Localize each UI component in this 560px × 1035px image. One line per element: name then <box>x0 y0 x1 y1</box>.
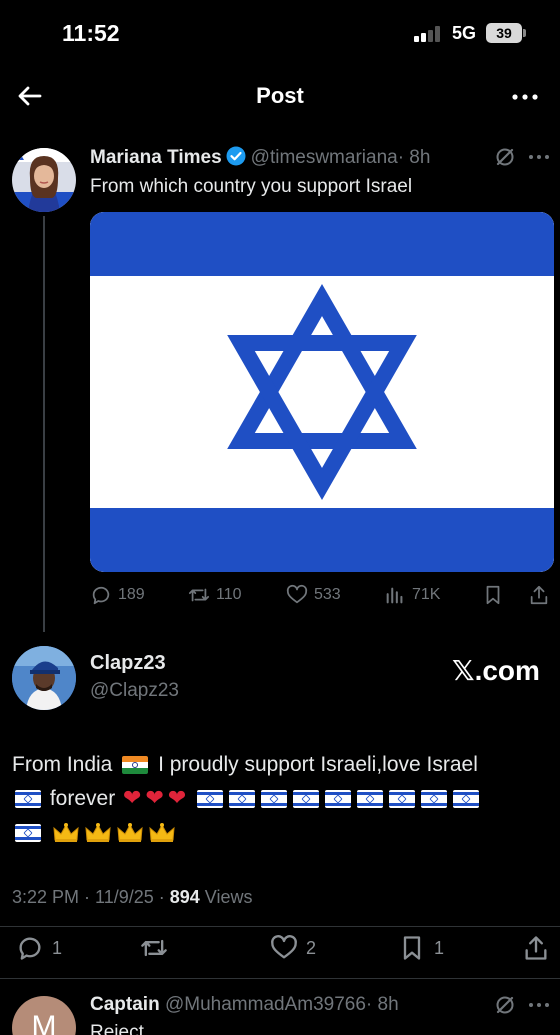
post-text: From which country you support Israel <box>90 176 413 197</box>
reply-text-part3: forever <box>49 787 116 810</box>
grok-icon[interactable] <box>494 994 516 1016</box>
watermark-text: .com <box>474 655 540 686</box>
israel-flag-emoji <box>357 790 384 809</box>
page-title: Post <box>256 83 304 108</box>
author-handle[interactable]: @Clapz23 <box>90 680 179 702</box>
like-count: 533 <box>314 586 341 603</box>
crown-emoji <box>53 823 79 843</box>
reply-action-bar: 1 2 1 <box>12 934 552 964</box>
divider <box>0 978 560 979</box>
post-header: Mariana Times @timeswmariana· 8h <box>90 146 550 169</box>
battery-icon: 39 <box>486 23 522 43</box>
top-navigation: Post <box>0 66 560 128</box>
crown-emoji <box>117 823 143 843</box>
reply-icon <box>92 586 110 605</box>
bookmark-icon <box>403 936 421 960</box>
thread-connector-line <box>43 216 45 632</box>
x-logo-icon: 𝕏 <box>452 654 475 687</box>
reply-text-part1: From India <box>12 753 113 776</box>
share-button[interactable] <box>522 934 550 962</box>
like-button[interactable]: 533 <box>286 584 341 606</box>
share-icon <box>530 585 548 605</box>
repost-button[interactable]: 110 <box>188 584 242 606</box>
x-watermark: 𝕏.com <box>452 654 540 687</box>
signal-icon <box>414 26 444 42</box>
repost-count: 110 <box>216 586 242 603</box>
battery-tip <box>523 29 526 37</box>
author-handle[interactable]: @timeswmariana <box>251 147 398 168</box>
timestamp-text: 3:22 PM · 11/9/25 · <box>12 887 170 907</box>
israel-flag-emoji <box>453 790 480 809</box>
repost-icon <box>188 588 210 602</box>
network-label: 5G <box>452 23 477 43</box>
india-flag-emoji <box>122 756 149 775</box>
views-chart-icon <box>386 587 403 604</box>
reply-button[interactable]: 189 <box>90 584 145 606</box>
israel-flag-image[interactable] <box>90 212 554 572</box>
bookmark-button[interactable] <box>482 584 504 606</box>
divider <box>0 926 560 927</box>
author-name[interactable]: Captain <box>90 994 160 1015</box>
israel-flag-emoji <box>197 790 224 809</box>
israel-flag-emoji <box>293 790 320 809</box>
heart-icon <box>271 935 297 959</box>
red-heart-emoji: ❤ <box>123 786 142 811</box>
reply-icon <box>19 937 41 960</box>
like-button[interactable]: 2 <box>270 934 316 962</box>
bookmark-icon <box>486 585 500 605</box>
bookmark-button[interactable]: 1 <box>398 934 444 962</box>
red-heart-emoji: ❤ <box>167 786 187 811</box>
avatar[interactable] <box>12 646 76 710</box>
avatar[interactable]: M <box>12 996 76 1035</box>
status-time: 11:52 <box>62 20 120 46</box>
verified-badge-icon <box>226 146 246 166</box>
views-button[interactable]: 71K <box>384 584 440 606</box>
reply-button[interactable]: 1 <box>16 934 62 962</box>
crown-emoji <box>85 823 111 843</box>
avatar[interactable] <box>12 148 76 212</box>
views-label: Views <box>199 887 253 907</box>
post-more-icon[interactable] <box>526 995 552 1015</box>
israel-flag-emoji <box>389 790 416 809</box>
israel-flag-emoji <box>15 790 41 809</box>
grok-icon[interactable] <box>494 146 516 168</box>
israel-flag-emoji <box>229 790 256 809</box>
israel-flag-emoji <box>15 824 41 843</box>
israel-flag-emoji <box>261 790 288 809</box>
author-handle[interactable]: @MuhammadAm39766 <box>165 994 366 1015</box>
post-age: · 8h <box>365 994 399 1015</box>
like-count: 2 <box>306 937 317 958</box>
more-options-icon[interactable] <box>508 80 542 112</box>
heart-icon <box>286 584 308 604</box>
israel-flag-emoji <box>325 790 352 809</box>
status-bar: 11:52 5G 39 <box>0 0 560 66</box>
post-action-bar: 189 110 533 71K <box>90 584 554 612</box>
reply-text-part2: I proudly support Israeli,love Israel <box>158 753 478 776</box>
repost-icon <box>141 939 167 957</box>
post-header: Captain @MuhammadAm39766· 8h <box>90 994 550 1016</box>
share-icon <box>525 936 547 960</box>
israel-flag-emoji <box>421 790 448 809</box>
views-count[interactable]: 894 <box>170 887 200 907</box>
post-age: · 8h <box>397 147 431 168</box>
bookmark-count: 1 <box>434 937 445 958</box>
author-name[interactable]: Mariana Times <box>90 147 222 168</box>
post-text: Reject <box>90 1022 144 1035</box>
reply-text: From India I proudly support Israeli,lov… <box>12 748 556 850</box>
post-timestamp: 3:22 PM · 11/9/25 · 894 Views <box>12 887 253 908</box>
views-count: 71K <box>412 586 441 603</box>
red-heart-emoji: ❤ <box>145 786 164 811</box>
crown-emoji <box>149 823 175 843</box>
post-more-icon[interactable] <box>526 147 552 167</box>
author-name[interactable]: Clapz23 <box>90 652 166 675</box>
repost-button[interactable] <box>140 934 168 962</box>
share-button[interactable] <box>528 584 550 606</box>
reply-count: 1 <box>52 937 63 958</box>
reply-count: 189 <box>118 586 145 603</box>
